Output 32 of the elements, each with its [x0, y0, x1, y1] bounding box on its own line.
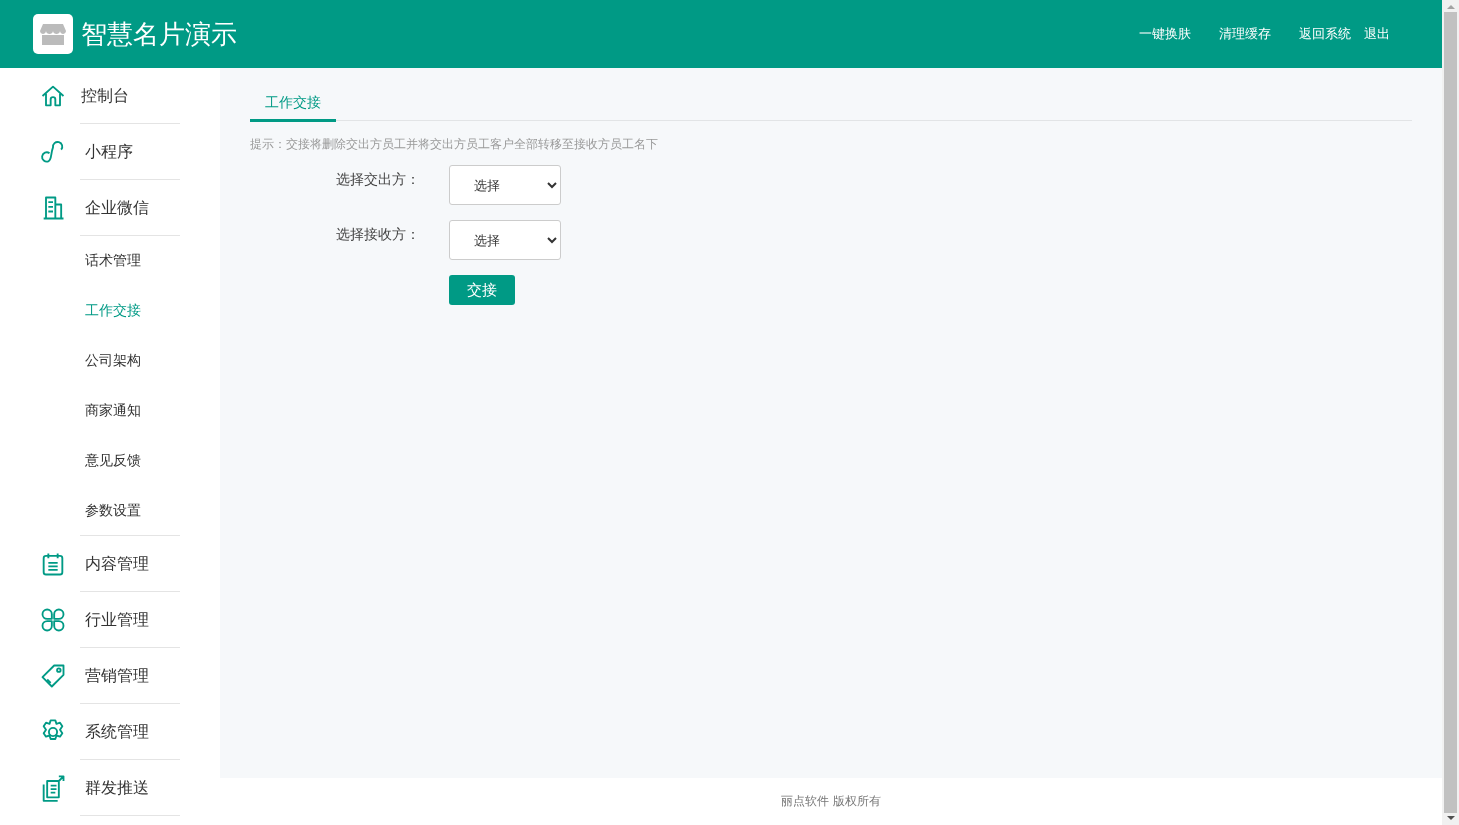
tag-icon	[39, 662, 67, 690]
sidebar-item[interactable]: 控制台	[0, 68, 220, 124]
header-link[interactable]: 返回系统	[1299, 25, 1351, 43]
header-link[interactable]: 一键换肤	[1139, 25, 1191, 43]
select-field[interactable]: 选择	[449, 220, 561, 260]
logo-icon	[33, 14, 73, 54]
sidebar-item[interactable]: 群发推送	[0, 760, 220, 816]
sidebar-item[interactable]: 内容管理	[0, 536, 220, 592]
sidebar-item[interactable]: 系统管理	[0, 704, 220, 760]
sidebar-item[interactable]: 营销管理	[0, 648, 220, 704]
sidebar-item[interactable]: 企业微信	[0, 180, 220, 236]
sidebar-subitem[interactable]: 意见反馈	[0, 436, 220, 486]
field-label: 选择接收方：	[335, 225, 421, 244]
hint-text: 提示：交接将删除交出方员工并将交出方员工客户全部转移至接收方员工名下	[250, 136, 659, 153]
transfer-button[interactable]: 交接	[449, 275, 515, 305]
sidebar-subitem[interactable]: 参数设置	[0, 486, 220, 536]
copyright-text: 丽点软件 版权所有	[781, 793, 881, 810]
field-label: 选择交出方：	[335, 170, 421, 189]
select-field[interactable]: 选择	[449, 165, 561, 205]
app-title: 智慧名片演示	[81, 17, 237, 51]
sidebar-subitem[interactable]: 商家通知	[0, 386, 220, 436]
scroll-up-icon[interactable]	[1446, 4, 1455, 10]
sidebar-subitem[interactable]: 话术管理	[0, 236, 220, 286]
header-link[interactable]: 清理缓存	[1219, 25, 1271, 43]
header-link[interactable]: 退出	[1364, 25, 1390, 43]
clover-icon	[39, 606, 67, 634]
sidebar-item[interactable]: 行业管理	[0, 592, 220, 648]
scroll-down-icon[interactable]	[1446, 815, 1455, 821]
scrollbar[interactable]	[1442, 0, 1459, 825]
sidebar-subitem[interactable]: 工作交接	[0, 286, 220, 336]
sidebar-item[interactable]: 小程序	[0, 124, 220, 180]
sidebar-subitem[interactable]: 公司架构	[0, 336, 220, 386]
